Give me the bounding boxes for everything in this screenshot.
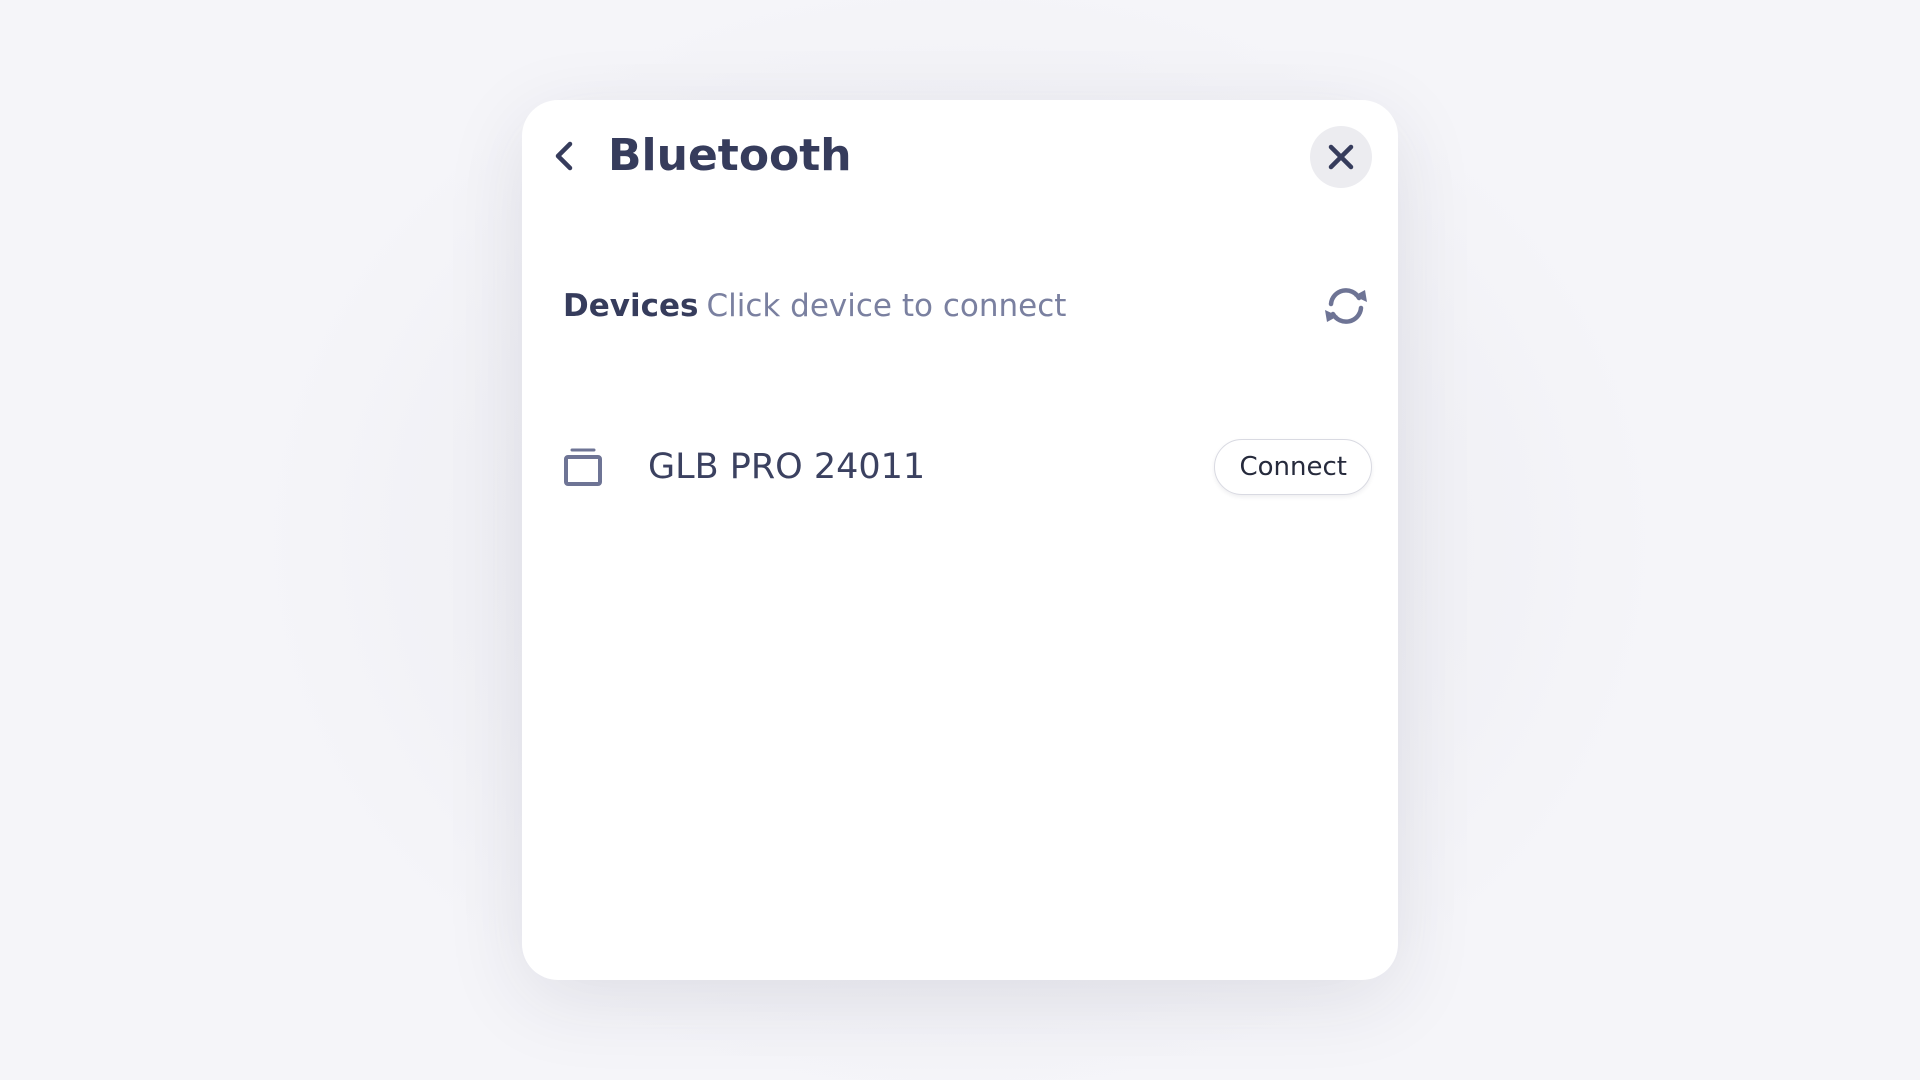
connect-button[interactable]: Connect	[1214, 439, 1372, 495]
device-name: GLB PRO 24011	[648, 447, 926, 487]
refresh-button[interactable]	[1320, 280, 1372, 332]
devices-heading: Devices Click device to connect	[563, 288, 1066, 324]
close-icon	[1328, 144, 1354, 170]
device-icon	[558, 442, 608, 492]
page-title: Bluetooth	[608, 130, 852, 181]
devices-header-row: Devices Click device to connect	[563, 256, 1372, 356]
list-item[interactable]: GLB PRO 24011 Connect	[558, 430, 1372, 504]
close-button[interactable]	[1310, 126, 1372, 188]
refresh-icon	[1325, 288, 1367, 324]
devices-label: Devices	[563, 288, 699, 324]
bluetooth-dialog: Bluetooth Devices Click device to connect	[522, 100, 1398, 980]
back-button[interactable]	[544, 128, 584, 184]
dialog-header: Bluetooth	[522, 100, 1398, 212]
chevron-left-icon	[555, 141, 573, 171]
devices-hint: Click device to connect	[706, 288, 1067, 324]
